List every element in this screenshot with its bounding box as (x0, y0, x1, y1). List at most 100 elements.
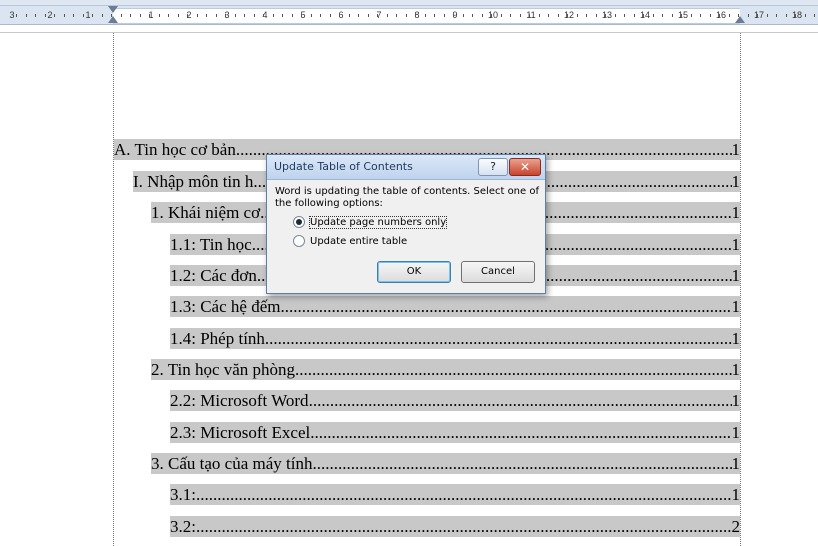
toc-page-number: 1 (731, 297, 741, 316)
ruler-tick (624, 14, 625, 17)
ruler-tick (748, 14, 749, 17)
ruler-tick (35, 14, 36, 17)
ruler-tick (282, 14, 283, 17)
ruler-tick (244, 14, 245, 17)
toc-entry-text: 2.2: Microsoft Word (170, 391, 309, 410)
ruler-number: 13 (601, 10, 613, 20)
toc-entry[interactable]: 3.1: 1 (170, 484, 740, 505)
ruler-tick (168, 14, 169, 17)
toc-leader (196, 516, 732, 537)
ruler-tick (453, 14, 454, 17)
ruler-tick (140, 14, 141, 17)
ruler-tick (558, 14, 559, 17)
cancel-button[interactable]: Cancel (461, 261, 535, 283)
ruler-tick (444, 14, 445, 17)
ruler-tick (64, 14, 65, 17)
ruler-number: 3 (9, 10, 15, 20)
toc-entry[interactable]: 1.4: Phép tính 1 (170, 328, 740, 349)
toc-entry[interactable]: 1.3: Các hệ đếm 1 (170, 296, 740, 317)
toc-page-number: 1 (731, 454, 741, 473)
ruler-tick (472, 14, 473, 17)
close-button[interactable]: ✕ (509, 158, 541, 176)
ruler-tick (83, 14, 84, 17)
ruler-tick (339, 14, 340, 17)
page-edge (0, 32, 818, 33)
ok-button[interactable]: OK (377, 261, 451, 283)
first-line-indent-marker[interactable] (108, 6, 118, 13)
ruler-tick (510, 14, 511, 17)
ruler-tick (26, 14, 27, 17)
toc-entry-text: 1.4: Phép tính (170, 329, 265, 348)
ruler-number: 18 (791, 10, 803, 20)
ruler-tick (463, 14, 464, 17)
radio-unselected-icon[interactable] (293, 235, 305, 247)
ruler-tick (45, 14, 46, 17)
toc-leader (310, 422, 731, 443)
toc-leader (265, 328, 732, 349)
option-update-page-numbers[interactable]: Update page numbers only (293, 215, 448, 229)
ruler-number: 1 (85, 10, 91, 20)
ruler-tick (729, 14, 730, 17)
ruler-tick (311, 14, 312, 17)
ruler-tick (254, 14, 255, 17)
hanging-indent-marker[interactable] (108, 16, 118, 23)
toc-page-number: 1 (731, 203, 741, 222)
toc-entry-text: 3.1: (170, 485, 196, 504)
option-update-entire-table[interactable]: Update entire table (293, 235, 407, 247)
ruler-tick (786, 14, 787, 17)
toc-leader (295, 359, 731, 380)
ruler-tick (710, 14, 711, 17)
update-toc-dialog[interactable]: Update Table of Contents ? ✕ Word is upd… (266, 154, 546, 294)
ruler-tick (102, 14, 103, 17)
ruler-tick (653, 14, 654, 17)
ruler-tick (92, 14, 93, 17)
ruler-tick (529, 14, 530, 17)
dialog-titlebar[interactable]: Update Table of Contents ? ✕ (267, 155, 545, 180)
toc-entry-text: 2. Tin học văn phòng (151, 360, 296, 379)
horizontal-ruler[interactable]: 3 2 1 1 2 3 4 5 6 7 8 9 10 11 12 13 14 1… (0, 6, 818, 25)
ruler-tick (700, 14, 701, 17)
ruler-tick (292, 14, 293, 17)
toc-entry[interactable]: 3. Cấu tạo của máy tính 1 (151, 453, 740, 474)
ruler-tick (206, 14, 207, 17)
toc-page-number: 1 (731, 360, 741, 379)
right-indent-marker[interactable] (735, 16, 745, 23)
toc-page-number: 1 (731, 485, 741, 504)
ruler-tick (349, 14, 350, 17)
toc-leader (196, 484, 732, 505)
dialog-title: Update Table of Contents (274, 160, 413, 173)
ruler-tick (358, 14, 359, 17)
toc-entry[interactable]: 3.2: 2 (170, 516, 740, 537)
ruler-tick (225, 14, 226, 17)
toc-entry-text: 1.1: Tin học (170, 235, 252, 254)
ruler-tick (396, 14, 397, 17)
ruler-tick (16, 14, 17, 17)
right-margin-guide (740, 33, 741, 546)
toc-page-number: 1 (731, 266, 741, 285)
ruler-tick (586, 14, 587, 17)
toc-page-number: 1 (731, 329, 741, 348)
ruler-tick (814, 14, 815, 17)
ruler-tick (320, 14, 321, 17)
toc-leader (312, 453, 731, 474)
ruler-tick (577, 14, 578, 17)
ruler-tick (425, 14, 426, 17)
ruler-number: 11 (526, 10, 536, 20)
radio-selected-icon[interactable] (293, 216, 305, 228)
ruler-tick (434, 14, 435, 17)
toc-leader (280, 296, 731, 317)
ruler-tick (691, 14, 692, 17)
ruler-tick (368, 14, 369, 17)
ruler-tick (767, 14, 768, 17)
toc-entry[interactable]: 2. Tin học văn phòng 1 (151, 359, 740, 380)
help-button[interactable]: ? (478, 158, 508, 176)
toc-entry[interactable]: 2.3: Microsoft Excel 1 (170, 422, 740, 443)
ruler-tick (738, 14, 739, 17)
toc-entry[interactable]: 2.2: Microsoft Word 1 (170, 390, 740, 411)
toc-entry-text: 3.2: (170, 517, 196, 536)
ruler-tick (548, 14, 549, 17)
ruler-number: 12 (563, 10, 575, 20)
ruler-number: 2 (47, 10, 53, 20)
ruler-number: 10 (487, 10, 499, 20)
toc-entry-text: I. Nhập môn tin h (133, 172, 254, 191)
